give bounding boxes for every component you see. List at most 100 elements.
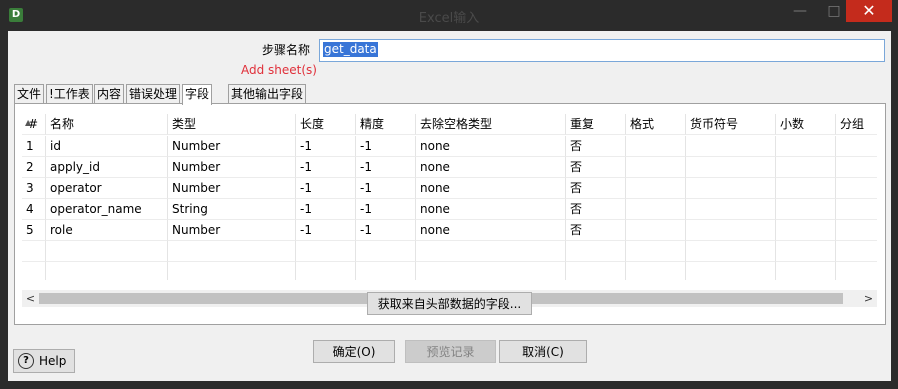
- cell-length[interactable]: [296, 241, 356, 262]
- cell-decimal[interactable]: [776, 157, 836, 178]
- table-row[interactable]: 5 role Number -1 -1 none 否: [22, 220, 877, 241]
- table-row[interactable]: [22, 241, 877, 262]
- cell-trim-type[interactable]: [416, 241, 566, 262]
- column-header-grouping[interactable]: 分组: [836, 114, 877, 135]
- cell-precision[interactable]: -1: [356, 157, 416, 178]
- cell-precision[interactable]: -1: [356, 178, 416, 199]
- cell-currency[interactable]: [686, 199, 776, 220]
- column-header-type[interactable]: 类型: [168, 114, 296, 135]
- cell-grouping[interactable]: [836, 157, 877, 178]
- cell-decimal[interactable]: [776, 262, 836, 280]
- step-name-input[interactable]: get_data: [319, 39, 885, 62]
- cell-format[interactable]: [626, 199, 686, 220]
- cell-repeat[interactable]: 否: [566, 199, 626, 220]
- table-row[interactable]: [22, 262, 877, 280]
- cell-name[interactable]: [46, 241, 168, 262]
- cell-precision[interactable]: [356, 241, 416, 262]
- column-header-repeat[interactable]: 重复: [566, 114, 626, 135]
- ok-button[interactable]: 确定(O): [313, 340, 395, 363]
- cell-grouping[interactable]: [836, 220, 877, 241]
- cell-type[interactable]: [168, 262, 296, 280]
- cell-length[interactable]: -1: [296, 199, 356, 220]
- cell-repeat[interactable]: [566, 241, 626, 262]
- cell-format[interactable]: [626, 136, 686, 157]
- cell-repeat[interactable]: 否: [566, 157, 626, 178]
- cell-name[interactable]: role: [46, 220, 168, 241]
- cell-trim-type[interactable]: none: [416, 178, 566, 199]
- close-button[interactable]: ✕: [846, 0, 892, 22]
- cell-decimal[interactable]: [776, 220, 836, 241]
- cell-repeat[interactable]: [566, 262, 626, 280]
- cell-type[interactable]: Number: [168, 220, 296, 241]
- title-bar[interactable]: D Excel输入 — □ ✕: [0, 0, 898, 30]
- cell-type[interactable]: [168, 241, 296, 262]
- cell-repeat[interactable]: 否: [566, 220, 626, 241]
- column-header-index[interactable]: ▲ #: [22, 114, 46, 135]
- table-row[interactable]: 2 apply_id Number -1 -1 none 否: [22, 157, 877, 178]
- tab-fields[interactable]: 字段: [182, 84, 213, 105]
- cell-grouping[interactable]: [836, 178, 877, 199]
- cell-currency[interactable]: [686, 136, 776, 157]
- cell-name[interactable]: operator: [46, 178, 168, 199]
- cell-name[interactable]: id: [46, 136, 168, 157]
- cell-name[interactable]: apply_id: [46, 157, 168, 178]
- cell-type[interactable]: Number: [168, 136, 296, 157]
- cell-grouping[interactable]: [836, 199, 877, 220]
- table-row[interactable]: 4 operator_name String -1 -1 none 否: [22, 199, 877, 220]
- cell-precision[interactable]: [356, 262, 416, 280]
- cell-precision[interactable]: -1: [356, 220, 416, 241]
- cell-currency[interactable]: [686, 262, 776, 280]
- column-header-format[interactable]: 格式: [626, 114, 686, 135]
- maximize-button[interactable]: □: [822, 0, 846, 22]
- cell-precision[interactable]: -1: [356, 199, 416, 220]
- scroll-right-icon[interactable]: >: [860, 290, 877, 307]
- cell-trim-type[interactable]: none: [416, 199, 566, 220]
- column-header-trim-type[interactable]: 去除空格类型: [416, 114, 566, 135]
- cell-precision[interactable]: -1: [356, 136, 416, 157]
- cell-format[interactable]: [626, 157, 686, 178]
- cell-length[interactable]: -1: [296, 220, 356, 241]
- cell-currency[interactable]: [686, 241, 776, 262]
- cell-repeat[interactable]: 否: [566, 136, 626, 157]
- cell-currency[interactable]: [686, 157, 776, 178]
- column-header-length[interactable]: 长度: [296, 114, 356, 135]
- cell-trim-type[interactable]: none: [416, 136, 566, 157]
- cell-currency[interactable]: [686, 178, 776, 199]
- cell-format[interactable]: [626, 220, 686, 241]
- table-row[interactable]: 1 id Number -1 -1 none 否: [22, 136, 877, 157]
- cell-format[interactable]: [626, 241, 686, 262]
- tab-file[interactable]: 文件: [14, 84, 45, 104]
- cell-trim-type[interactable]: [416, 262, 566, 280]
- fields-table[interactable]: ▲ # 名称 类型 长度 精度 去除空格类型 重复 格式 货币符号 小数 分组 1…: [22, 114, 877, 280]
- column-header-name[interactable]: 名称: [46, 114, 168, 135]
- cell-length[interactable]: -1: [296, 157, 356, 178]
- cell-type[interactable]: Number: [168, 178, 296, 199]
- help-button[interactable]: ? Help: [13, 349, 75, 373]
- cell-format[interactable]: [626, 178, 686, 199]
- cell-repeat[interactable]: 否: [566, 178, 626, 199]
- cell-decimal[interactable]: [776, 241, 836, 262]
- cell-decimal[interactable]: [776, 178, 836, 199]
- cell-format[interactable]: [626, 262, 686, 280]
- cell-grouping[interactable]: [836, 262, 877, 280]
- tab-sheets[interactable]: !工作表: [46, 84, 93, 104]
- cancel-button[interactable]: 取消(C): [499, 340, 587, 363]
- cell-trim-type[interactable]: none: [416, 220, 566, 241]
- cell-type[interactable]: Number: [168, 157, 296, 178]
- cell-decimal[interactable]: [776, 199, 836, 220]
- cell-grouping[interactable]: [836, 241, 877, 262]
- column-header-currency[interactable]: 货币符号: [686, 114, 776, 135]
- cell-length[interactable]: [296, 262, 356, 280]
- tab-additional-output-fields[interactable]: 其他输出字段: [228, 84, 307, 104]
- cell-trim-type[interactable]: none: [416, 157, 566, 178]
- preview-records-button[interactable]: 预览记录: [405, 340, 496, 363]
- column-header-decimal[interactable]: 小数: [776, 114, 836, 135]
- tab-error-handling[interactable]: 错误处理: [126, 84, 181, 104]
- scroll-left-icon[interactable]: <: [22, 290, 39, 307]
- column-header-precision[interactable]: 精度: [356, 114, 416, 135]
- cell-currency[interactable]: [686, 220, 776, 241]
- cell-grouping[interactable]: [836, 136, 877, 157]
- cell-name[interactable]: [46, 262, 168, 280]
- cell-type[interactable]: String: [168, 199, 296, 220]
- cell-length[interactable]: -1: [296, 178, 356, 199]
